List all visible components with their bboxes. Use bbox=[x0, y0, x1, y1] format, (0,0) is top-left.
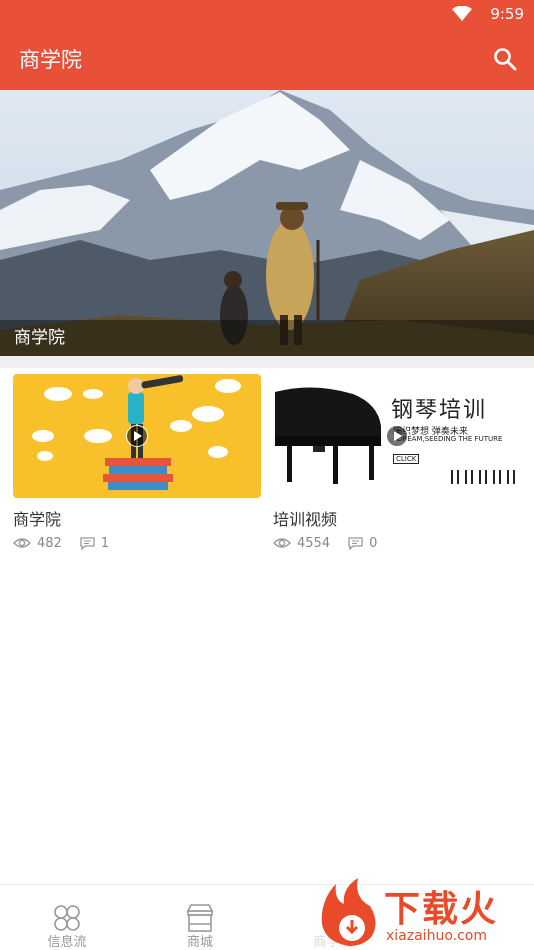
banner-carousel[interactable]: 商学院 bbox=[0, 90, 534, 356]
flame-logo-icon bbox=[321, 878, 376, 946]
app-bar: 商学院 bbox=[0, 28, 534, 90]
wifi-icon bbox=[452, 6, 472, 21]
store-icon bbox=[186, 904, 214, 932]
comment-icon bbox=[80, 536, 95, 550]
video-card[interactable]: 商学院 482 1 bbox=[13, 374, 261, 552]
video-thumbnail[interactable] bbox=[13, 374, 261, 498]
thumb-headline: 钢琴培训 bbox=[391, 398, 488, 423]
video-thumbnail[interactable]: 钢琴培训 编织梦想 弹奏未来 DREAM,SEEDING THE FUTURE … bbox=[273, 374, 521, 498]
status-time: 9:59 bbox=[490, 5, 524, 23]
play-icon[interactable] bbox=[386, 425, 408, 447]
comment-icon bbox=[348, 536, 363, 550]
status-bar: 9:59 bbox=[0, 0, 534, 28]
nav-item-store[interactable]: 商城 bbox=[133, 885, 267, 950]
video-card[interactable]: 钢琴培训 编织梦想 弹奏未来 DREAM,SEEDING THE FUTURE … bbox=[273, 374, 521, 552]
eye-icon bbox=[13, 538, 31, 548]
view-count: 4554 bbox=[297, 535, 331, 551]
play-icon[interactable] bbox=[126, 425, 148, 447]
watermark-logo: 下载火 xiazaihuo.com bbox=[314, 876, 534, 949]
video-title: 商学院 bbox=[13, 510, 62, 529]
watermark-text: 下载火 bbox=[384, 889, 499, 930]
search-icon[interactable] bbox=[492, 46, 518, 72]
eye-icon bbox=[273, 538, 291, 548]
video-title: 培训视频 bbox=[273, 510, 338, 529]
section-divider bbox=[0, 356, 534, 368]
nav-label: 商城 bbox=[186, 935, 213, 950]
comment-count: 0 bbox=[369, 535, 378, 551]
nav-item-feed[interactable]: 信息流 bbox=[0, 885, 134, 950]
banner-caption: 商学院 bbox=[14, 328, 65, 348]
view-count: 482 bbox=[37, 535, 62, 551]
comment-count: 1 bbox=[100, 535, 110, 551]
grid-icon bbox=[54, 905, 80, 931]
thumb-subtitle-en: DREAM,SEEDING THE FUTURE bbox=[397, 435, 503, 443]
watermark-url: xiazaihuo.com bbox=[386, 928, 487, 944]
page-title: 商学院 bbox=[19, 48, 82, 72]
thumb-click-label: CLICK bbox=[393, 454, 420, 464]
banner-image bbox=[0, 90, 534, 356]
nav-label: 信息流 bbox=[47, 935, 87, 950]
